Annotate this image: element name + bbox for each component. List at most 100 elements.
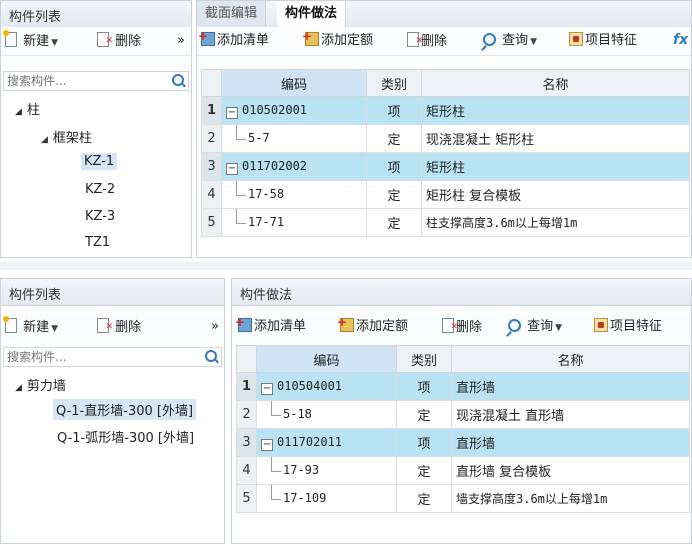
name-cell[interactable]: 现浇混凝土 直形墙 — [451, 400, 690, 429]
table-row[interactable]: 2 5-18 定 现浇混凝土 直形墙 — [236, 400, 690, 429]
collapse-icon[interactable]: − — [261, 438, 273, 451]
collapse-icon[interactable]: − — [261, 382, 273, 395]
new-button[interactable]: 新建 ▼ — [3, 316, 58, 336]
table-row[interactable]: 3 −011702002 项 矩形柱 — [201, 152, 690, 181]
name-cell[interactable]: 矩形柱 — [421, 96, 690, 125]
new-button[interactable]: 新建 ▼ — [3, 30, 58, 50]
fx-icon[interactable]: fx — [673, 32, 688, 48]
query-button[interactable]: 查询 ▼ — [508, 318, 562, 336]
table-row[interactable]: 4 17-58 定 矩形柱 复合模板 — [201, 180, 690, 209]
category-cell[interactable]: 项 — [366, 152, 422, 181]
column-header-code[interactable]: 编码 — [256, 345, 397, 373]
more-button[interactable]: » — [177, 32, 185, 50]
code-cell[interactable]: 17-93 — [256, 456, 397, 485]
delete-button[interactable]: 删除 — [97, 32, 141, 50]
code-cell[interactable]: −010502001 — [221, 96, 367, 125]
tree-node-frame-column[interactable]: ◢ 框架柱 — [41, 127, 92, 146]
add-quota-button[interactable]: 添加定额 — [302, 27, 373, 50]
delete-button[interactable]: 删除 — [442, 318, 482, 336]
chevron-down-icon[interactable]: ▼ — [51, 38, 58, 48]
tab-section-edit[interactable]: 截面编辑 — [197, 1, 267, 27]
table-row[interactable]: 4 17-93 定 直形墙 复合模板 — [236, 456, 690, 485]
code-cell[interactable]: 17-109 — [256, 484, 397, 513]
code-cell[interactable]: 5-7 — [221, 124, 367, 153]
chevron-down-icon[interactable]: ▼ — [51, 324, 58, 334]
chevron-down-icon[interactable]: ▼ — [530, 37, 537, 47]
project-features-label: 项目特征 — [610, 319, 663, 334]
tree-item-q1-straight-wall[interactable]: Q-1-直形墙-300 [外墙] — [53, 399, 197, 420]
new-label: 新建 — [23, 34, 50, 49]
project-features-button[interactable]: 项目特征 — [569, 32, 637, 50]
name-cell[interactable]: 现浇混凝土 矩形柱 — [421, 124, 690, 153]
code-cell[interactable]: −011702011 — [256, 428, 397, 457]
top-component-list-panel: 构件列表 新建▼ 删除 » ◢柱 ◢框架柱 KZ-1 KZ-2 KZ-3 TZ1 — [0, 0, 192, 258]
category-cell[interactable]: 定 — [366, 208, 422, 237]
delete-icon — [442, 318, 458, 336]
code-cell[interactable]: −010504001 — [256, 372, 397, 401]
column-header-category[interactable]: 类别 — [396, 345, 452, 373]
expand-triangle-icon[interactable]: ◢ — [15, 383, 22, 393]
category-cell[interactable]: 定 — [366, 124, 422, 153]
add-quota-icon — [337, 313, 354, 332]
name-cell[interactable]: 矩形柱 复合模板 — [421, 180, 690, 209]
category-cell[interactable]: 定 — [366, 180, 422, 209]
collapse-icon[interactable]: − — [226, 162, 238, 175]
add-list-button[interactable]: 添加清单 — [235, 313, 306, 336]
tree-item-kz-2[interactable]: KZ-2 — [85, 182, 115, 197]
tree-item-tz1[interactable]: TZ1 — [85, 235, 110, 250]
expand-triangle-icon[interactable]: ◢ — [15, 107, 22, 117]
search-icon[interactable] — [172, 74, 184, 86]
tree-node-shear-wall[interactable]: ◢ 剪力墙 — [15, 375, 66, 394]
name-cell[interactable]: 矩形柱 — [421, 152, 690, 181]
name-cell[interactable]: 直形墙 — [451, 372, 690, 401]
delete-button[interactable]: 删除 — [97, 318, 141, 336]
table-row[interactable]: 3 −011702011 项 直形墙 — [236, 428, 690, 457]
column-header-code[interactable]: 编码 — [221, 69, 367, 97]
category-cell[interactable]: 定 — [396, 456, 452, 485]
add-list-button[interactable]: 添加清单 — [198, 27, 269, 50]
name-cell[interactable]: 墙支撑高度3.6m以上每增1m — [451, 484, 690, 513]
bottom-method-header: 构件做法 — [232, 279, 691, 306]
tree-item-q1-arc-wall[interactable]: Q-1-弧形墙-300 [外墙] — [57, 427, 194, 446]
delete-icon — [97, 32, 113, 50]
code-value: 17-58 — [226, 187, 284, 201]
code-cell[interactable]: 5-18 — [256, 400, 397, 429]
chevron-down-icon[interactable]: ▼ — [555, 323, 562, 333]
name-cell[interactable]: 直形墙 — [451, 428, 690, 457]
search-icon[interactable] — [205, 350, 217, 362]
tree-item-kz-1[interactable]: KZ-1 — [81, 153, 118, 170]
tree-node-column[interactable]: ◢ 柱 — [15, 99, 40, 118]
category-cell[interactable]: 项 — [396, 372, 452, 401]
more-button[interactable]: » — [211, 318, 219, 336]
search-input[interactable] — [4, 348, 184, 366]
tab-component-method[interactable]: 构件做法 — [277, 1, 347, 27]
column-header-name[interactable]: 名称 — [451, 345, 690, 373]
expand-triangle-icon[interactable]: ◢ — [41, 135, 48, 145]
table-row[interactable]: 2 5-7 定 现浇混凝土 矩形柱 — [201, 124, 690, 153]
category-cell[interactable]: 定 — [396, 484, 452, 513]
project-features-button[interactable]: 项目特征 — [594, 318, 662, 336]
name-cell[interactable]: 直形墙 复合模板 — [451, 456, 690, 485]
code-cell[interactable]: 17-58 — [221, 180, 367, 209]
collapse-icon[interactable]: − — [226, 106, 238, 119]
category-cell[interactable]: 定 — [396, 400, 452, 429]
delete-button[interactable]: 删除 — [407, 32, 447, 50]
query-icon — [508, 319, 521, 332]
code-cell[interactable]: 17-71 — [221, 208, 367, 237]
code-cell[interactable]: −011702002 — [221, 152, 367, 181]
column-header-name[interactable]: 名称 — [421, 69, 690, 97]
table-row[interactable]: 5 17-109 定 墙支撑高度3.6m以上每增1m — [236, 484, 690, 513]
query-button[interactable]: 查询 ▼ — [483, 32, 537, 50]
tree-item-kz-3[interactable]: KZ-3 — [85, 209, 115, 224]
table-row[interactable]: 5 17-71 定 柱支撑高度3.6m以上每增1m — [201, 208, 690, 237]
code-value: 5-7 — [226, 131, 270, 145]
name-cell[interactable]: 柱支撑高度3.6m以上每增1m — [421, 208, 690, 237]
row-number: 3 — [201, 152, 222, 181]
search-input[interactable] — [4, 72, 158, 90]
column-header-category[interactable]: 类别 — [366, 69, 422, 97]
table-row[interactable]: 1 −010502001 项 矩形柱 — [201, 96, 690, 125]
add-quota-button[interactable]: 添加定额 — [337, 313, 408, 336]
category-cell[interactable]: 项 — [366, 96, 422, 125]
table-row[interactable]: 1 −010504001 项 直形墙 — [236, 372, 690, 401]
category-cell[interactable]: 项 — [396, 428, 452, 457]
